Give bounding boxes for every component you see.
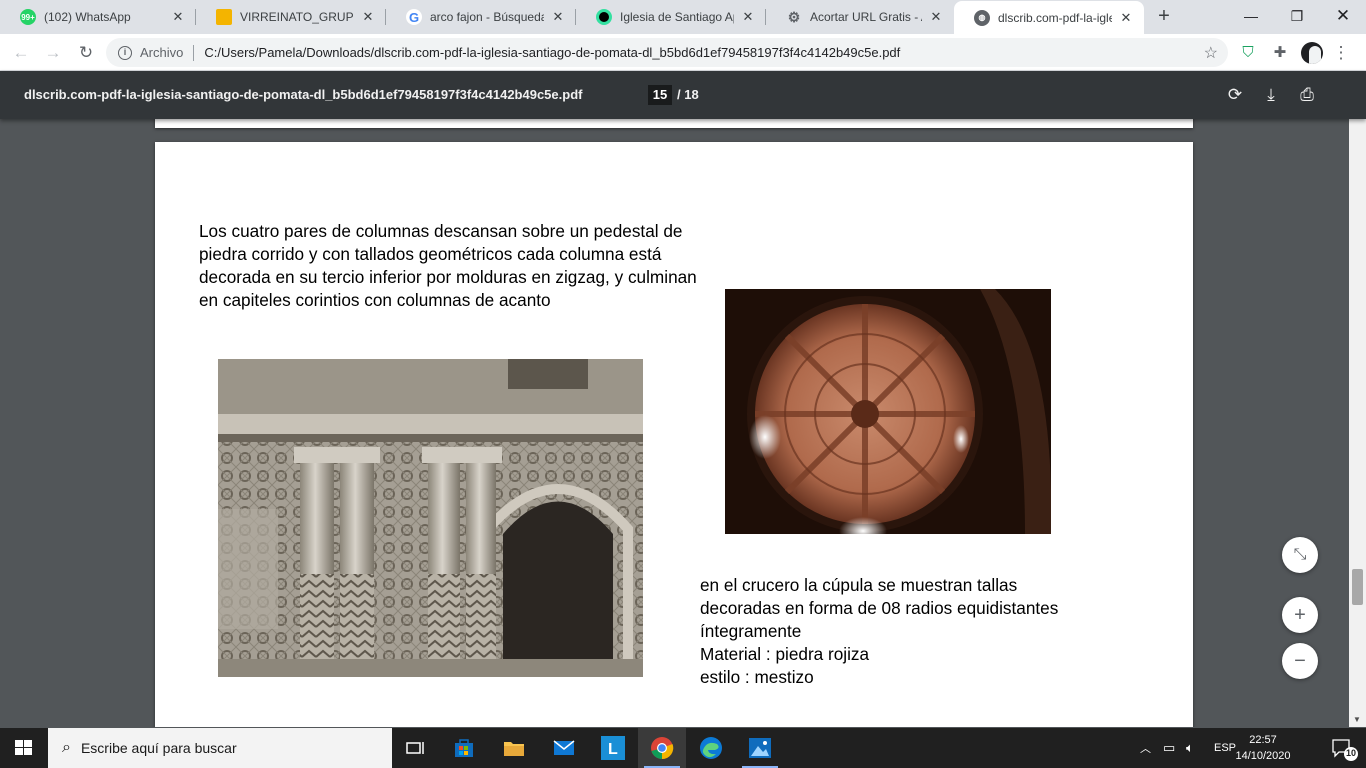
new-tab-button[interactable]: +	[1152, 5, 1176, 29]
file-explorer-icon[interactable]	[490, 728, 538, 768]
windows-taskbar: ⌕ Escribe aquí para buscar L ︿ ▭ 🔈︎ ESP …	[0, 728, 1366, 768]
restore-icon[interactable]: ❐	[1274, 0, 1320, 34]
pdf-page: Los cuatro pares de columnas descansan s…	[155, 142, 1193, 727]
lexicon-app-icon[interactable]: L	[589, 728, 637, 768]
edge-icon[interactable]	[687, 728, 735, 768]
chrome-taskbar-icon[interactable]	[638, 728, 686, 768]
pdf-filename: dlscrib.com-pdf-la-iglesia-santiago-de-p…	[24, 87, 583, 102]
rotate-icon[interactable]: ⟳	[1223, 83, 1247, 107]
store-icon[interactable]	[440, 728, 488, 768]
dome-text-line: en el crucero la cúpula se muestran tall…	[700, 575, 1018, 595]
menu-kebab-icon[interactable]: ⋮	[1330, 42, 1352, 64]
photos-icon[interactable]	[736, 728, 784, 768]
windows-start-icon[interactable]	[0, 728, 48, 768]
action-center-icon[interactable]: 10	[1318, 728, 1366, 768]
zoom-in-icon[interactable]: +	[1282, 597, 1318, 633]
scroll-down-arrow-icon[interactable]: ▼	[1353, 715, 1361, 724]
pdf-viewport[interactable]: Los cuatro pares de columnas descansan s…	[0, 119, 1349, 727]
browser-toolbar: ← → ↻ i Archivo C:/Users/Pamela/Download…	[0, 34, 1366, 71]
page-number-input[interactable]: 15	[648, 85, 672, 105]
fit-to-page-icon[interactable]: ⤡	[1282, 537, 1318, 573]
profile-avatar[interactable]	[1301, 42, 1323, 64]
search-icon: ⌕	[62, 739, 71, 756]
dome-text-line: íntegramente	[700, 621, 802, 641]
print-icon[interactable]: ⎙	[1295, 83, 1319, 107]
dome-photo	[725, 289, 1051, 534]
forward-arrow-icon[interactable]: →	[41, 41, 65, 65]
tab-strip: 99+ (102) WhatsApp ✕ VIRREINATO_GRUPO4 -…	[0, 0, 1366, 34]
scrollbar-thumb[interactable]	[1352, 569, 1363, 605]
address-bar[interactable]: i Archivo C:/Users/Pamela/Downloads/dlsc…	[106, 38, 1228, 67]
close-tab-icon[interactable]: ✕	[170, 9, 186, 25]
show-hidden-icons[interactable]: ︿	[1140, 728, 1151, 768]
mail-icon[interactable]	[540, 728, 588, 768]
download-icon[interactable]: ⤓	[1259, 83, 1283, 107]
material-line: Material : piedra rojiza	[700, 644, 870, 664]
paragraph-dome: en el crucero la cúpula se muestran tall…	[700, 574, 1120, 689]
paragraph-columns: Los cuatro pares de columnas descansan s…	[199, 221, 697, 310]
tab-whatsapp[interactable]: 99+ (102) WhatsApp ✕	[0, 0, 196, 34]
zoom-out-icon[interactable]: −	[1282, 643, 1318, 679]
task-view-icon[interactable]	[392, 728, 440, 768]
close-window-icon[interactable]: ✕	[1320, 0, 1366, 34]
close-tab-icon[interactable]: ✕	[928, 9, 944, 25]
bookmark-star-icon[interactable]: ☆	[1204, 43, 1218, 63]
dome-text-line: decoradas en forma de 08 radios equidist…	[700, 598, 1059, 618]
style-line: estilo : mestizo	[700, 667, 814, 687]
whatsapp-icon: 99+	[20, 9, 36, 25]
close-tab-icon[interactable]: ✕	[360, 9, 376, 25]
taskbar-search-box[interactable]: ⌕ Escribe aquí para buscar	[48, 728, 392, 768]
extensions-puzzle-icon[interactable]: ✚	[1269, 42, 1291, 64]
shield-extension-icon[interactable]: ⛉	[1237, 42, 1259, 64]
slides-icon	[216, 9, 232, 25]
omnibox-divider	[193, 44, 195, 61]
minimize-icon[interactable]: —	[1228, 0, 1274, 34]
vertical-scrollbar[interactable]: ▲ ▼	[1349, 71, 1366, 727]
link-shortener-icon: ⚙	[787, 8, 801, 25]
battery-icon[interactable]: ▭	[1163, 728, 1175, 768]
volume-icon[interactable]: 🔈︎	[1186, 728, 1194, 768]
back-arrow-icon[interactable]: ←	[9, 41, 33, 65]
tab-iglesia-santiago[interactable]: Iglesia de Santiago Apó ✕	[576, 0, 766, 34]
tab-arco-fajon[interactable]: G arco fajon - Búsqueda d ✕	[386, 0, 576, 34]
close-tab-icon[interactable]: ✕	[740, 9, 756, 25]
facade-columns-photo	[218, 359, 643, 677]
taskbar-clock[interactable]: 22:57 14/10/2020	[1228, 732, 1298, 764]
info-icon[interactable]: i	[118, 45, 132, 60]
previous-page	[155, 119, 1193, 128]
svg-text:L: L	[608, 741, 618, 758]
tab-acortar-url[interactable]: ⚙ Acortar URL Gratis - Ac ✕	[766, 0, 954, 34]
notification-count: 10	[1345, 748, 1356, 758]
clock-time: 22:57	[1249, 734, 1277, 746]
close-tab-icon[interactable]: ✕	[550, 9, 566, 25]
reload-icon[interactable]: ↻	[74, 41, 98, 65]
tab-virreinato[interactable]: VIRREINATO_GRUPO4 - ✕	[196, 0, 386, 34]
tab-dlscrib-active[interactable]: ◍ dlscrib.com-pdf-la-iglesi ✕	[954, 1, 1144, 34]
url-text[interactable]: C:/Users/Pamela/Downloads/dlscrib.com-pd…	[204, 45, 900, 60]
tripadvisor-icon	[596, 9, 612, 25]
google-icon: G	[406, 9, 422, 25]
globe-icon: ◍	[974, 9, 990, 26]
pdf-toolbar: dlscrib.com-pdf-la-iglesia-santiago-de-p…	[0, 71, 1366, 119]
close-tab-icon[interactable]: ✕	[1118, 10, 1134, 26]
clock-date: 14/10/2020	[1235, 750, 1291, 762]
page-total: / 18	[677, 87, 699, 102]
